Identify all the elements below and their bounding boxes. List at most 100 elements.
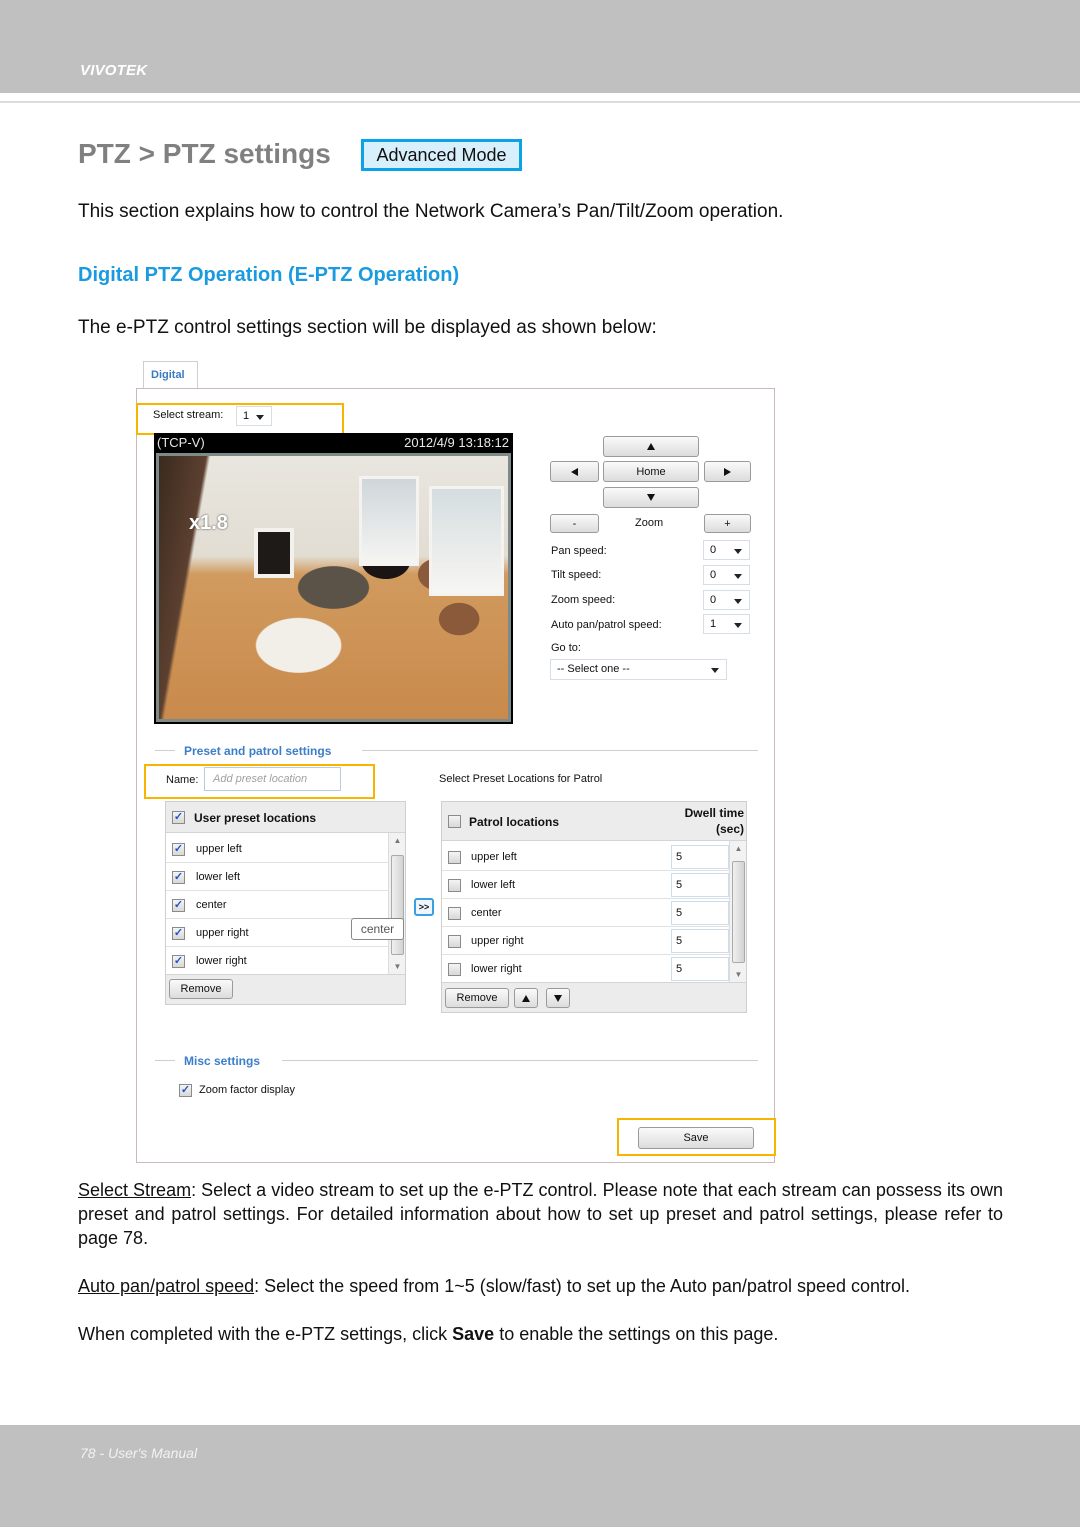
item-label: upper left [471, 851, 517, 863]
zoom-in-button[interactable]: + [704, 514, 751, 533]
item-checkbox[interactable]: ✓ [172, 843, 185, 856]
item-checkbox[interactable]: ✓ [172, 899, 185, 912]
goto-select[interactable]: -- Select one -- [550, 659, 727, 680]
patrol-item[interactable]: center 5 [442, 899, 729, 927]
preset-name-input[interactable]: Add preset location [204, 767, 341, 791]
name-label: Name: [166, 774, 199, 786]
pan-speed-select[interactable]: 0 [703, 540, 750, 560]
item-label: lower right [471, 963, 522, 975]
footer-band: 78 - User's Manual [0, 1425, 1080, 1527]
move-down-button[interactable] [546, 988, 570, 1008]
patrol-item[interactable]: upper right 5 [442, 927, 729, 955]
item-checkbox[interactable] [448, 935, 461, 948]
home-button[interactable]: Home [603, 461, 699, 482]
dwell-input[interactable]: 5 [671, 845, 729, 869]
add-to-patrol-button[interactable]: >> [414, 898, 434, 916]
select-stream-dropdown[interactable]: 1 [236, 406, 272, 426]
patrol-item[interactable]: lower left 5 [442, 871, 729, 899]
video-timestamp: 2012/4/9 13:18:12 [404, 435, 509, 450]
fieldset-rule [155, 1060, 175, 1061]
item-label: center [196, 899, 227, 911]
item-checkbox[interactable] [448, 907, 461, 920]
header-band: VIVOTEK [0, 0, 1080, 93]
pan-right-button[interactable] [704, 461, 751, 482]
save-description: When completed with the e-PTZ settings, … [78, 1322, 1003, 1346]
tilt-up-button[interactable] [603, 436, 699, 457]
patrol-list-scrollbar[interactable]: ▲ ▼ [729, 841, 746, 983]
section-heading: Digital PTZ Operation (E-PTZ Operation) [78, 264, 460, 286]
description: When completed with the e-PTZ settings, … [78, 1324, 453, 1344]
zoom-label: Zoom [635, 517, 664, 529]
item-label: upper right [471, 935, 524, 947]
save-button[interactable]: Save [638, 1127, 754, 1149]
zoom-speed-select[interactable]: 0 [703, 590, 750, 610]
scroll-up-icon[interactable]: ▲ [730, 841, 747, 857]
list-item[interactable]: ✓ lower left [166, 863, 388, 891]
auto-speed-value: 1 [710, 618, 717, 630]
dwell-input[interactable]: 5 [671, 901, 729, 925]
scroll-thumb[interactable] [391, 855, 404, 955]
item-checkbox[interactable]: ✓ [172, 927, 185, 940]
item-label: upper right [196, 927, 249, 939]
patrol-item[interactable]: lower right 5 [442, 955, 729, 983]
chevron-down-icon [734, 599, 742, 604]
item-checkbox[interactable]: ✓ [172, 871, 185, 884]
pan-speed-value: 0 [710, 544, 717, 556]
fieldset-rule [155, 750, 175, 751]
user-preset-header: ✓ User preset locations [166, 802, 405, 833]
page-footer: 78 - User's Manual [80, 1445, 198, 1461]
zoom-factor-checkbox[interactable]: ✓ [179, 1084, 192, 1097]
tooltip: center [351, 918, 404, 940]
zoom-factor-label: Zoom factor display [199, 1084, 295, 1096]
tilt-down-button[interactable] [603, 487, 699, 508]
brand-logo: VIVOTEK [80, 62, 148, 79]
item-checkbox[interactable] [448, 879, 461, 892]
zoom-out-button[interactable]: - [550, 514, 599, 533]
goto-label: Go to: [551, 642, 581, 654]
remove-patrol-button[interactable]: Remove [445, 988, 509, 1008]
item-label: lower right [196, 955, 247, 967]
dwell-header: Dwell time [684, 806, 744, 820]
auto-speed-select[interactable]: 1 [703, 614, 750, 634]
video-protocol: (TCP-V) [157, 435, 205, 450]
select-stream-value: 1 [243, 410, 250, 422]
save-term: Save [452, 1324, 495, 1344]
scroll-up-icon[interactable]: ▲ [389, 833, 406, 849]
window-shape [429, 486, 504, 596]
item-checkbox[interactable]: ✓ [172, 955, 185, 968]
header-divider [0, 101, 1080, 103]
scroll-down-icon[interactable]: ▼ [730, 967, 747, 983]
select-all-checkbox[interactable]: ✓ [172, 811, 185, 824]
scroll-thumb[interactable] [732, 861, 745, 963]
tab-digital[interactable]: Digital [143, 361, 198, 389]
patrol-item[interactable]: upper left 5 [442, 843, 729, 871]
select-all-patrol-checkbox[interactable] [448, 815, 461, 828]
tilt-speed-select[interactable]: 0 [703, 565, 750, 585]
zoom-speed-value: 0 [710, 594, 717, 606]
arrow-down-icon [647, 494, 655, 501]
window-shape [359, 476, 419, 566]
item-checkbox[interactable] [448, 963, 461, 976]
patrol-header-label: Patrol locations [469, 815, 560, 829]
item-label: lower left [196, 871, 241, 883]
item-checkbox[interactable] [448, 851, 461, 864]
list-item[interactable]: ✓ lower right [166, 947, 388, 975]
list-item[interactable]: ✓ center [166, 891, 388, 919]
auto-speed-label: Auto pan/patrol speed: [551, 619, 662, 631]
dwell-input[interactable]: 5 [671, 873, 729, 897]
chevron-down-icon [711, 668, 719, 673]
chevron-down-icon [734, 574, 742, 579]
user-list-scrollbar[interactable]: ▲ ▼ [388, 833, 405, 975]
remove-preset-button[interactable]: Remove [169, 979, 233, 999]
pan-left-button[interactable] [550, 461, 599, 482]
camera-image[interactable]: x1.8 [156, 453, 511, 722]
video-caption-bar: (TCP-V) 2012/4/9 13:18:12 [154, 433, 513, 453]
intro-text: This section explains how to control the… [78, 201, 784, 222]
term: Auto pan/patrol speed [78, 1276, 255, 1296]
move-up-button[interactable] [514, 988, 538, 1008]
list-item[interactable]: ✓ upper left [166, 835, 388, 863]
dwell-input[interactable]: 5 [671, 957, 729, 981]
scroll-down-icon[interactable]: ▼ [389, 959, 406, 975]
dwell-input[interactable]: 5 [671, 929, 729, 953]
zoom-speed-label: Zoom speed: [551, 594, 616, 606]
